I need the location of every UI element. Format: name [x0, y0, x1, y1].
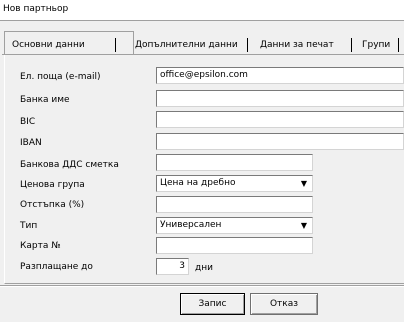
- chevron-down-icon[interactable]: ▼: [298, 177, 310, 190]
- bic-label: BIC: [20, 117, 36, 127]
- bank-name-label: Банка име: [20, 95, 70, 105]
- title-bar: Нов партньор: [0, 0, 404, 21]
- chevron-down-icon[interactable]: ▼: [298, 219, 310, 232]
- tab-groups[interactable]: Групи: [362, 40, 390, 50]
- iban-label: IBAN: [20, 138, 42, 148]
- price-group-select[interactable]: Цена на дребно ▼: [156, 175, 313, 192]
- cancel-button[interactable]: Отказ: [250, 293, 318, 315]
- bank-name-field[interactable]: [156, 90, 404, 107]
- payment-term-unit: дни: [195, 263, 213, 273]
- window-title: Нов партньор: [3, 4, 69, 14]
- tab-strip: Основни данни Допълнителни данни Данни з…: [2, 30, 404, 55]
- price-group-value: Цена на дребно: [160, 178, 236, 188]
- discount-label: Отстъпка (%): [20, 200, 85, 210]
- iban-field[interactable]: [156, 133, 404, 150]
- divider: [0, 286, 404, 287]
- bank-vat-account-field[interactable]: [156, 154, 313, 171]
- type-value: Универсален: [160, 220, 222, 230]
- type-select[interactable]: Универсален ▼: [156, 217, 313, 234]
- bic-field[interactable]: [156, 111, 404, 128]
- tab-separator: [115, 38, 116, 52]
- email-field[interactable]: office@epsilon.com: [156, 67, 404, 84]
- payment-term-field[interactable]: 3: [156, 258, 189, 275]
- email-label: Ел. поща (e-mail): [20, 72, 101, 82]
- save-button[interactable]: Запис: [180, 293, 245, 315]
- tab-main-data[interactable]: Основни данни: [12, 40, 85, 50]
- type-label: Тип: [20, 221, 38, 231]
- card-no-field[interactable]: [156, 237, 313, 254]
- tab-separator: [351, 38, 352, 52]
- tab-print-data[interactable]: Данни за печат: [260, 40, 334, 50]
- card-no-label: Карта №: [20, 241, 61, 251]
- bank-vat-account-label: Банкова ДДС сметка: [20, 160, 119, 170]
- payment-term-label: Разплащане до: [20, 262, 93, 272]
- discount-field[interactable]: [156, 196, 313, 213]
- tab-separator: [398, 38, 399, 52]
- tab-separator: [247, 38, 248, 52]
- price-group-label: Ценова група: [20, 180, 85, 190]
- tab-additional-data[interactable]: Допълнителни данни: [135, 40, 238, 50]
